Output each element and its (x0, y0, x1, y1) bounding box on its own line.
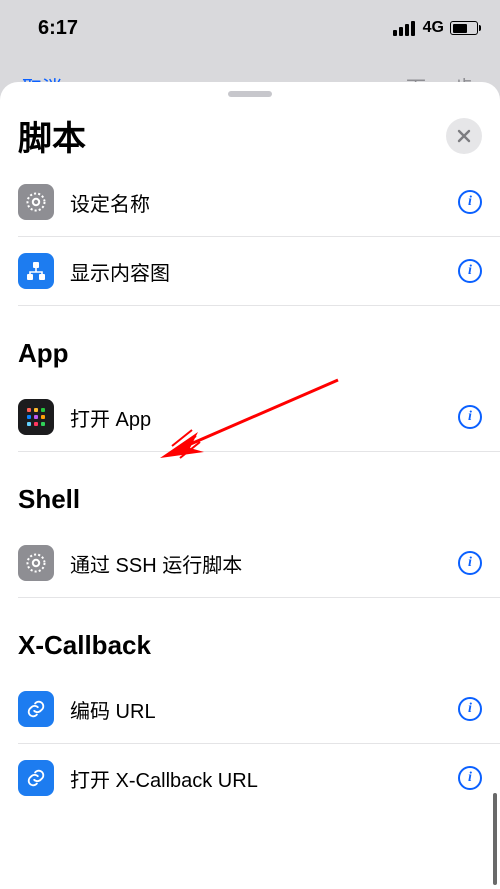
row-label: 通过 SSH 运行脚本 (70, 549, 442, 578)
section-header-shell: Shell (0, 452, 500, 529)
battery-icon (450, 21, 478, 35)
info-button[interactable]: i (458, 405, 482, 429)
gear-icon (18, 184, 54, 220)
gear-icon (18, 545, 54, 581)
app-grid-icon (18, 399, 54, 435)
section-header-xcallback: X-Callback (0, 598, 500, 675)
row-open-app[interactable]: 打开 App i (0, 383, 500, 451)
signal-icon (393, 21, 415, 36)
row-ssh-run[interactable]: 通过 SSH 运行脚本 i (0, 529, 500, 597)
row-open-xcb-url[interactable]: 打开 X-Callback URL i (0, 744, 500, 812)
row-set-name[interactable]: 设定名称 i (0, 168, 500, 236)
info-button[interactable]: i (458, 551, 482, 575)
network-label: 4G (423, 19, 444, 37)
info-button[interactable]: i (458, 259, 482, 283)
row-label: 设定名称 (70, 188, 442, 217)
row-label: 打开 App (70, 403, 442, 432)
info-button[interactable]: i (458, 766, 482, 790)
row-show-graph[interactable]: 显示内容图 i (0, 237, 500, 305)
actions-sheet: 脚本 设定名称 i 显示内容图 i (0, 82, 500, 889)
sheet-title: 脚本 (18, 111, 86, 160)
graph-icon (18, 253, 54, 289)
scrollbar[interactable] (493, 793, 497, 885)
section-header-app: App (0, 306, 500, 383)
actions-list: 设定名称 i 显示内容图 i App (0, 168, 500, 889)
close-button[interactable] (446, 118, 482, 154)
status-time: 6:17 (38, 17, 78, 40)
status-right: 4G (393, 19, 478, 37)
status-bar: 6:17 4G (0, 0, 500, 56)
link-icon (18, 691, 54, 727)
row-label: 编码 URL (70, 695, 442, 724)
link-icon (18, 760, 54, 796)
info-button[interactable]: i (458, 190, 482, 214)
row-label: 显示内容图 (70, 257, 442, 286)
close-icon (456, 128, 472, 144)
info-button[interactable]: i (458, 697, 482, 721)
row-encode-url[interactable]: 编码 URL i (0, 675, 500, 743)
row-label: 打开 X-Callback URL (70, 764, 442, 793)
sheet-header: 脚本 (0, 97, 500, 168)
